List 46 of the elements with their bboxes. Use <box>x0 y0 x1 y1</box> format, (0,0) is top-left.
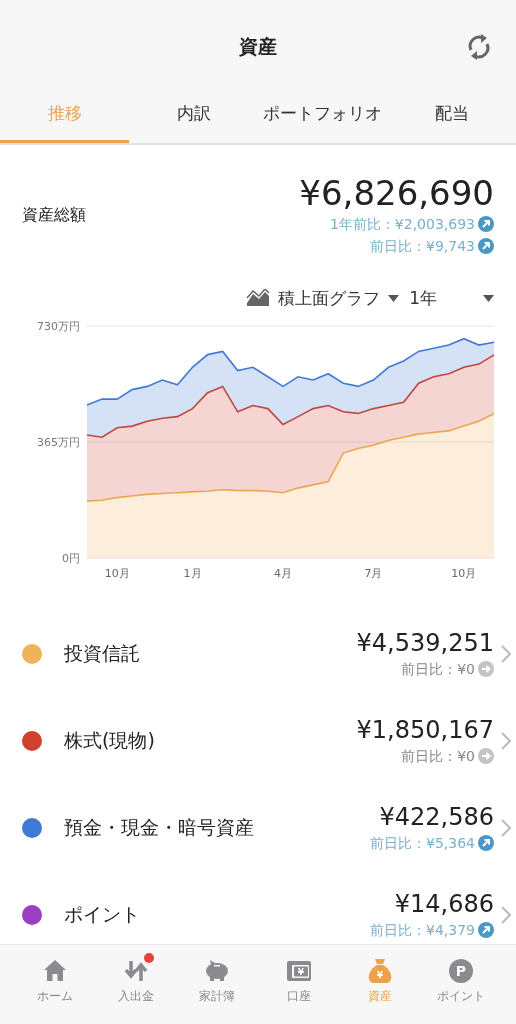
point-icon: P <box>447 957 476 985</box>
asset-amount: ¥14,686 <box>394 888 494 919</box>
axis-label: 730万円 <box>37 320 80 333</box>
axis-label: 10月 <box>451 567 477 580</box>
asset-name: ポイント <box>64 901 141 927</box>
nav-tab[interactable]: ¥ 口座 <box>258 945 340 1024</box>
asset-amount: ¥4,539,251 <box>356 627 494 658</box>
screen-title: 資産 <box>239 34 277 59</box>
caret-icon <box>483 294 494 302</box>
axis-label: 1月 <box>183 567 202 580</box>
tab[interactable]: ポートフォリオ <box>258 94 387 143</box>
asset-name: 株式(現物) <box>64 727 156 753</box>
axis-label: 7月 <box>364 567 383 580</box>
change-text: 前日比：¥9,743 <box>370 237 475 256</box>
chevron-right-icon[interactable] <box>500 904 512 925</box>
chevron-right-icon[interactable] <box>500 817 512 838</box>
chevron-right-icon[interactable] <box>500 730 512 751</box>
nav-tab[interactable]: 入出金 <box>95 945 177 1024</box>
asset-name: 投資信託 <box>64 640 141 666</box>
chart-type-dropdown[interactable]: 積上面グラフ <box>246 286 400 310</box>
period-dropdown[interactable]: 1年 <box>409 286 494 310</box>
axis-label: 10月 <box>104 567 130 580</box>
chevron-right-icon[interactable] <box>500 643 512 664</box>
refresh-icon[interactable] <box>466 33 492 61</box>
axis-label: 4月 <box>273 567 292 580</box>
asset-amount: ¥1,850,167 <box>356 714 494 745</box>
total-label: 資産総額 <box>22 204 86 226</box>
nav-tab[interactable]: 家計簿 <box>176 945 258 1024</box>
area-chart-icon <box>246 289 271 307</box>
nav-tab[interactable]: P ポイント <box>420 945 502 1024</box>
change-text: 1年前比：¥2,003,693 <box>329 215 475 234</box>
axis-label: 0円 <box>62 552 80 565</box>
change-text: 前日比：¥4,379 <box>370 920 475 940</box>
caret-icon <box>388 294 400 302</box>
change-text: 前日比：¥0 <box>401 659 475 679</box>
axis-label: 365万円 <box>37 436 80 449</box>
nav-tab[interactable]: ホーム <box>14 945 96 1024</box>
tab[interactable]: 内訳 <box>129 94 258 143</box>
change-text: 前日比：¥5,364 <box>370 833 475 853</box>
total-amount: ¥6,826,690 <box>299 173 494 213</box>
nav-tab[interactable]: ¥ 資産 <box>339 945 421 1024</box>
tab[interactable]: 推移 <box>0 94 129 143</box>
asset-name: 預金・現金・暗号資産 <box>64 814 255 840</box>
asset-amount: ¥422,586 <box>379 801 494 832</box>
change-text: 前日比：¥0 <box>401 746 475 766</box>
tab[interactable]: 配当 <box>387 94 516 143</box>
